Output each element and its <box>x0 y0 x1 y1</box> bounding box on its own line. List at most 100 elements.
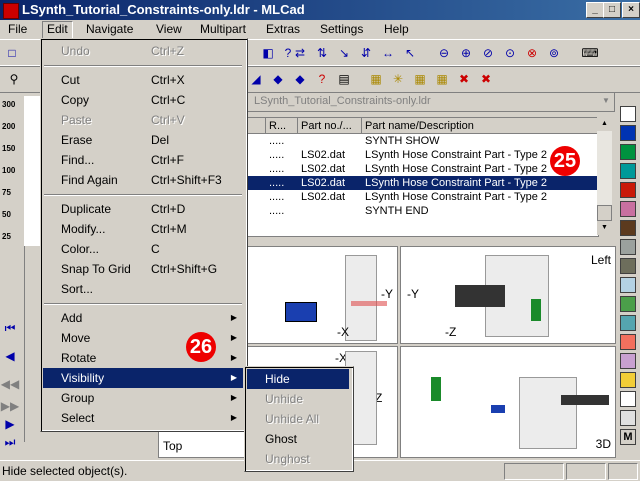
minimize-button[interactable]: _ <box>586 2 604 18</box>
rotate-x-icon[interactable]: ⊖ <box>434 43 454 63</box>
zoom-300[interactable]: 300 <box>2 100 15 109</box>
close-button[interactable]: × <box>622 2 640 18</box>
move-z-icon[interactable]: ↘ <box>334 43 354 63</box>
scroll-thumb[interactable] <box>597 205 612 221</box>
arrow-icon[interactable]: ◢ <box>246 69 266 89</box>
move-y-icon[interactable]: ⇅ <box>312 43 332 63</box>
zoom-100[interactable]: 100 <box>2 166 15 175</box>
color-swatch[interactable] <box>620 391 636 407</box>
scroll-up-icon[interactable]: ▲ <box>597 117 612 131</box>
question-icon[interactable]: ? <box>312 69 332 89</box>
menu-item-cut[interactable]: Cut Ctrl+X <box>43 70 243 90</box>
color-swatch[interactable] <box>620 144 636 160</box>
table-row[interactable]: ..... SYNTH SHOW <box>246 134 598 148</box>
prev-step-icon[interactable]: ◀ <box>0 346 20 366</box>
menu-item-find-again[interactable]: Find Again Ctrl+Shift+F3 <box>43 170 243 190</box>
menu-item-erase[interactable]: Erase Del <box>43 130 243 150</box>
color-swatch[interactable] <box>620 182 636 198</box>
color-swatch[interactable] <box>620 315 636 331</box>
color-swatch[interactable] <box>620 353 636 369</box>
group-icon[interactable]: ▦ <box>366 69 386 89</box>
menu-item-undo[interactable]: Undo Ctrl+Z <box>43 41 243 61</box>
next-step-icon[interactable]: ▶ <box>0 414 20 434</box>
fast-forward-icon[interactable]: ▶▶ <box>0 396 20 416</box>
color-swatch[interactable] <box>620 258 636 274</box>
file-combo[interactable]: LSynth_Tutorial_Constraints-only.ldr ▼ <box>245 92 615 112</box>
color-swatch[interactable] <box>620 106 636 122</box>
bricks-icon[interactable]: ▦ <box>410 69 430 89</box>
parts-scrollbar[interactable]: ▲ ▼ <box>597 117 612 235</box>
last-step-icon[interactable]: ⏭ <box>0 432 20 452</box>
first-step-icon[interactable]: ⏮ <box>0 318 20 338</box>
menu-item-ghost[interactable]: Ghost <box>247 429 349 449</box>
menu-item-unhide[interactable]: Unhide <box>247 389 349 409</box>
color-swatch[interactable] <box>620 220 636 236</box>
lsynth-icon[interactable]: ✳ <box>388 69 408 89</box>
delete-all-icon[interactable]: ✖ <box>476 69 496 89</box>
diamond-left-icon[interactable]: ◆ <box>268 69 288 89</box>
header-blank[interactable] <box>246 118 266 134</box>
keyboard-icon[interactable]: ⌨ <box>580 43 600 63</box>
parts-table[interactable]: R... Part no./... Part name/Description … <box>245 117 599 237</box>
viewport-3d[interactable]: 3D <box>400 346 616 458</box>
chevron-down-icon[interactable]: ▼ <box>599 94 613 108</box>
menu-view[interactable]: View <box>152 21 186 38</box>
color-swatch[interactable] <box>620 239 636 255</box>
menu-settings[interactable]: Settings <box>316 21 367 38</box>
app-icon[interactable] <box>3 3 19 19</box>
menu-item-paste[interactable]: Paste Ctrl+V <box>43 110 243 130</box>
rotate-neg-x-icon[interactable]: ⊙ <box>500 43 520 63</box>
menu-multipart[interactable]: Multipart <box>196 21 250 38</box>
menu-help[interactable]: Help <box>380 21 413 38</box>
rotate-z-icon[interactable]: ⊘ <box>478 43 498 63</box>
color-swatch[interactable] <box>620 163 636 179</box>
move-neg-y-icon[interactable]: ⇵ <box>356 43 376 63</box>
zoom-75[interactable]: 75 <box>2 188 11 197</box>
menu-item-find[interactable]: Find... Ctrl+F <box>43 150 243 170</box>
zoom-25[interactable]: 25 <box>2 232 11 241</box>
new-file-icon[interactable]: □ <box>2 43 22 63</box>
table-row[interactable]: ..... LS02.dat LSynth Hose Constraint Part… <box>246 162 598 176</box>
menu-item-copy[interactable]: Copy Ctrl+C <box>43 90 243 110</box>
zoom-150[interactable]: 150 <box>2 144 15 153</box>
menu-navigate[interactable]: Navigate <box>82 21 137 38</box>
color-swatch[interactable] <box>620 410 636 426</box>
menu-item-unghost[interactable]: Unghost <box>247 449 349 469</box>
color-swatch[interactable] <box>620 125 636 141</box>
bricks-up-icon[interactable]: ▦ <box>432 69 452 89</box>
menu-item-hide[interactable]: Hide <box>247 369 349 389</box>
menu-extras[interactable]: Extras <box>262 21 304 38</box>
color-swatch[interactable] <box>620 334 636 350</box>
header-r[interactable]: R... <box>266 118 298 134</box>
table-row[interactable]: ..... LS02.dat LSynth Hose Constraint Part… <box>246 190 598 204</box>
zoom-200[interactable]: 200 <box>2 122 15 131</box>
color-swatch[interactable] <box>620 277 636 293</box>
rotate-y-icon[interactable]: ⊕ <box>456 43 476 63</box>
color-swatch[interactable] <box>620 296 636 312</box>
find-icon[interactable]: ⚲ <box>4 69 24 89</box>
viewport-left[interactable]: Left -Y -Z <box>400 246 616 344</box>
menu-item-group[interactable]: Group ▶ <box>43 388 243 408</box>
table-row[interactable]: ..... LS02.dat LSynth Hose Constraint Part… <box>246 176 598 190</box>
move-neg-x-icon[interactable]: ↔ <box>378 43 398 63</box>
rotate-neg-y-icon[interactable]: ⊗ <box>522 43 542 63</box>
menu-item-modify[interactable]: Modify... Ctrl+M <box>43 219 243 239</box>
menu-item-select[interactable]: Select ▶ <box>43 408 243 428</box>
zoom-50[interactable]: 50 <box>2 210 11 219</box>
menu-item-sort[interactable]: Sort... <box>43 279 243 299</box>
move-x-icon[interactable]: ⇄ <box>290 43 310 63</box>
scroll-down-icon[interactable]: ▼ <box>597 221 612 235</box>
diamond-right-icon[interactable]: ◆ <box>290 69 310 89</box>
color-swatch[interactable] <box>620 201 636 217</box>
menu-item-unhide-all[interactable]: Unhide All <box>247 409 349 429</box>
camera-icon[interactable]: ◧ <box>258 43 278 63</box>
delete-bricks-icon[interactable]: ✖ <box>454 69 474 89</box>
rewind-icon[interactable]: ◀◀ <box>0 374 20 394</box>
color-swatch[interactable] <box>620 372 636 388</box>
move-neg-z-icon[interactable]: ↖ <box>400 43 420 63</box>
more-colors-button[interactable]: M <box>620 429 636 445</box>
menu-item-snap-to-grid[interactable]: Snap To Grid Ctrl+Shift+G <box>43 259 243 279</box>
rotate-neg-z-icon[interactable]: ⊚ <box>544 43 564 63</box>
menu-item-color[interactable]: Color... C <box>43 239 243 259</box>
header-part-no[interactable]: Part no./... <box>298 118 362 134</box>
